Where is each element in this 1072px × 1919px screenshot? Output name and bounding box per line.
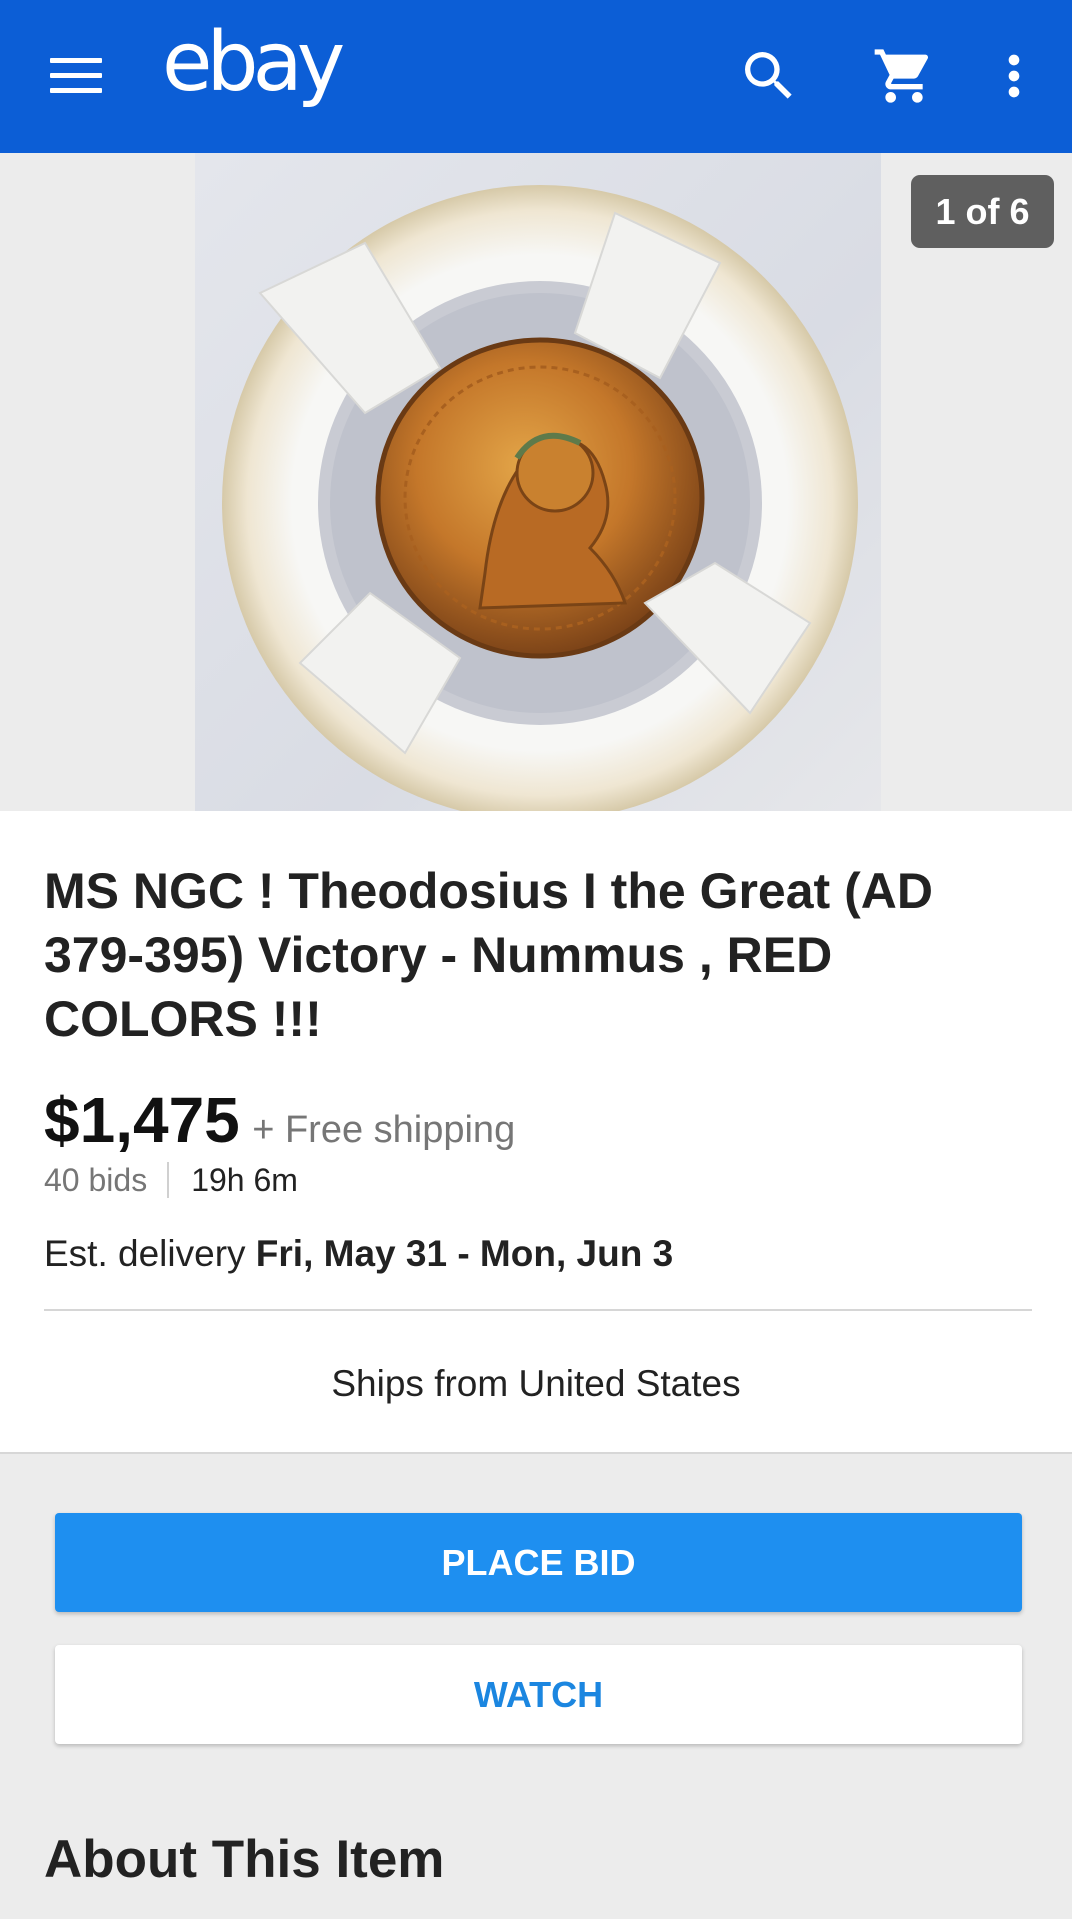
place-bid-button[interactable]: PLACE BID xyxy=(55,1513,1022,1612)
time-left: 19h 6m xyxy=(191,1162,298,1198)
delivery-dates: Fri, May 31 - Mon, Jun 3 xyxy=(255,1233,674,1274)
more-vert-icon[interactable] xyxy=(982,44,1046,108)
coin-illustration xyxy=(222,185,858,811)
bids-row: 40 bids 19h 6m xyxy=(44,1162,298,1199)
divider xyxy=(44,1309,1032,1311)
about-section-heading: About This Item xyxy=(44,1830,445,1889)
item-price: $1,475 xyxy=(44,1084,240,1156)
bid-count[interactable]: 40 bids xyxy=(44,1162,170,1198)
search-icon[interactable] xyxy=(737,44,801,108)
ships-from: Ships from United States xyxy=(331,1363,741,1404)
coin-photo[interactable] xyxy=(195,153,881,811)
watch-button[interactable]: WATCH xyxy=(55,1645,1022,1744)
app-bar: ebay xyxy=(0,0,1072,153)
item-title: MS NGC ! Theodosius I the Great (AD 379-… xyxy=(44,863,933,1047)
ebay-logo[interactable]: ebay xyxy=(162,22,345,104)
cart-icon[interactable] xyxy=(872,44,936,108)
image-counter-badge: 1 of 6 xyxy=(911,175,1054,248)
delivery-label: Est. delivery xyxy=(44,1233,246,1274)
price-row: $1,475 + Free shipping xyxy=(44,1083,515,1157)
estimated-delivery: Est. delivery Fri, May 31 - Mon, Jun 3 xyxy=(44,1233,673,1275)
item-details: MS NGC ! Theodosius I the Great (AD 379-… xyxy=(0,811,1072,1454)
image-gallery[interactable]: 1 of 6 xyxy=(0,153,1072,811)
menu-icon[interactable] xyxy=(50,58,102,98)
shipping-info: + Free shipping xyxy=(252,1109,516,1151)
